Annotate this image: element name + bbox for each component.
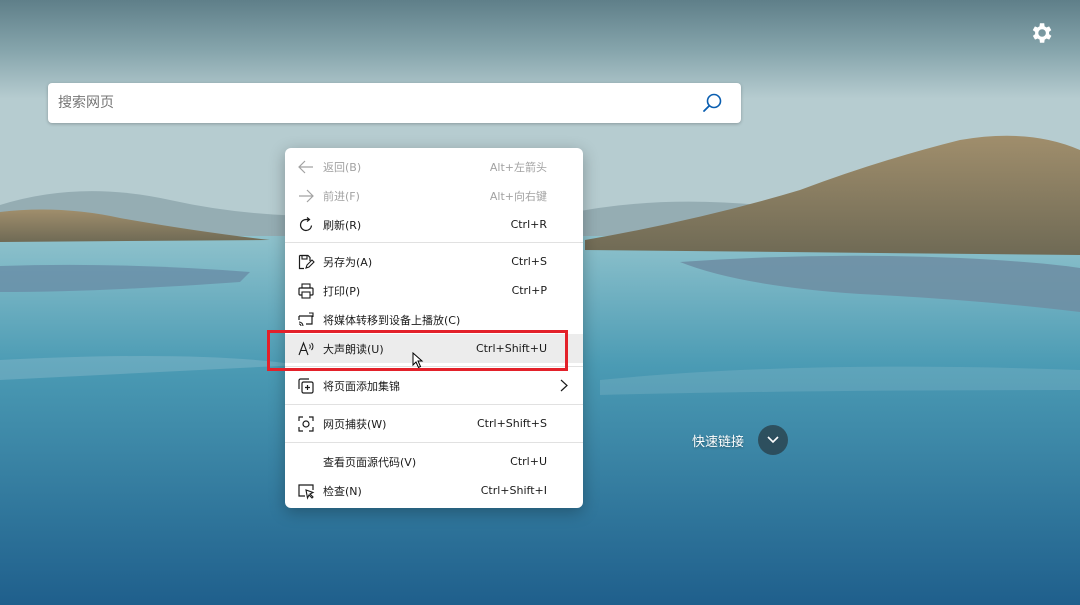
menu-item-shortcut: Ctrl+Shift+I (480, 484, 547, 497)
gear-icon (1032, 23, 1052, 43)
menu-divider (285, 242, 583, 243)
chevron-down-icon (758, 425, 789, 455)
collections-icon (298, 378, 314, 394)
menu-divider (285, 404, 583, 405)
menu-item-save-as[interactable]: 另存为(A) Ctrl+S (285, 247, 583, 276)
mouse-cursor-icon (412, 352, 424, 369)
inspect-icon (298, 484, 315, 500)
read-aloud-icon (298, 341, 314, 356)
search-input[interactable] (48, 83, 698, 123)
menu-item-shortcut: Ctrl+Shift+S (477, 417, 547, 430)
menu-item-label: 打印(P) (323, 284, 361, 298)
cast-media-icon (298, 312, 314, 327)
menu-item-label: 将媒体转移到设备上播放(C) (323, 313, 461, 327)
menu-divider (285, 442, 583, 443)
menu-item-shortcut: Alt+向右键 (489, 189, 547, 203)
menu-item-print[interactable]: 打印(P) Ctrl+P (285, 276, 583, 305)
menu-item-label: 查看页面源代码(V) (323, 455, 417, 469)
menu-item-label: 前进(F) (323, 189, 360, 203)
menu-item-refresh[interactable]: 刷新(R) Ctrl+R (285, 210, 583, 239)
menu-item-shortcut: Ctrl+R (510, 218, 547, 231)
arrow-left-icon (298, 160, 313, 174)
menu-item-label: 刷新(R) (323, 218, 362, 232)
quick-links-label: 快速链接 (692, 434, 745, 450)
menu-item-label: 检查(N) (323, 484, 362, 498)
menu-item-shortcut: Ctrl+U (510, 455, 547, 468)
menu-item-label: 大声朗读(U) (323, 342, 384, 356)
menu-item-web-capture[interactable]: 网页捕获(W) Ctrl+Shift+S (285, 409, 583, 438)
menu-item-label: 另存为(A) (323, 255, 373, 269)
menu-item-forward[interactable]: 前进(F) Alt+向右键 (285, 181, 583, 210)
chevron-right-icon (560, 379, 568, 392)
menu-item-add-to-collections[interactable]: 将页面添加集锦 (285, 371, 583, 400)
save-as-icon (298, 254, 315, 270)
menu-item-shortcut: Ctrl+Shift+U (475, 342, 547, 355)
quick-links-button[interactable]: 快速链接 (692, 425, 789, 455)
menu-item-label: 返回(B) (323, 160, 362, 174)
web-capture-icon (298, 416, 314, 432)
print-icon (298, 283, 314, 299)
menu-item-shortcut: Ctrl+P (511, 284, 547, 297)
settings-button[interactable] (1028, 20, 1054, 46)
menu-item-back[interactable]: 返回(B) Alt+左箭头 (285, 152, 583, 181)
context-menu: 返回(B) Alt+左箭头 前进(F) Alt+向右键 刷新(R) Ctrl+R… (285, 148, 583, 508)
menu-item-shortcut: Alt+左箭头 (489, 160, 547, 174)
menu-item-read-aloud[interactable]: 大声朗读(U) Ctrl+Shift+U (285, 334, 583, 363)
menu-item-view-source[interactable]: 查看页面源代码(V) Ctrl+U (285, 447, 583, 476)
menu-item-shortcut: Ctrl+S (511, 255, 547, 268)
arrow-right-icon (299, 189, 314, 203)
menu-divider (285, 366, 583, 367)
refresh-icon (299, 217, 313, 232)
menu-item-label: 网页捕获(W) (323, 417, 387, 431)
search-icon (703, 93, 722, 112)
menu-item-label: 将页面添加集锦 (323, 379, 400, 393)
menu-item-inspect[interactable]: 检查(N) Ctrl+Shift+I (285, 476, 583, 505)
search-button[interactable] (701, 92, 723, 114)
menu-item-cast-media[interactable]: 将媒体转移到设备上播放(C) (285, 305, 583, 334)
search-box (48, 83, 741, 123)
